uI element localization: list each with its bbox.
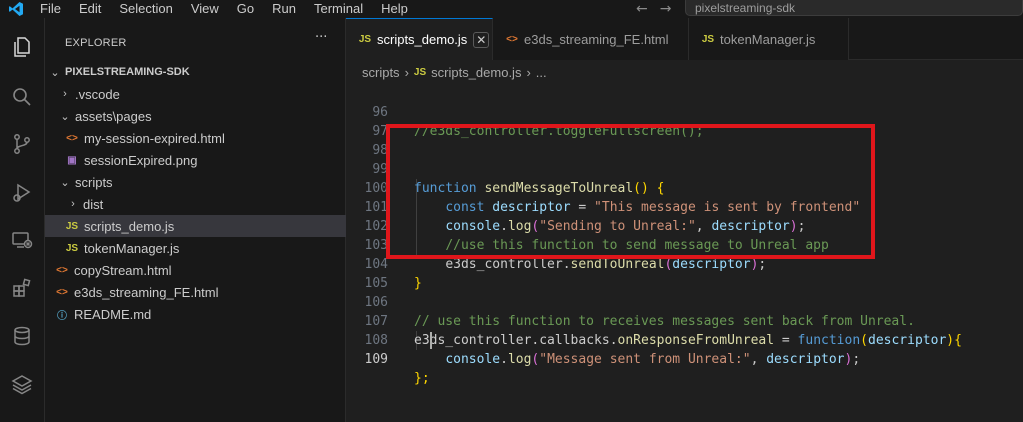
tree-folder-vscode[interactable]: › .vscode — [45, 83, 359, 105]
menu-file[interactable]: File — [40, 1, 61, 17]
code-line: 108 console.log("Message sent from Unrea… — [346, 312, 1023, 367]
database-icon[interactable] — [6, 320, 38, 352]
code-variable: descriptor — [766, 352, 845, 367]
explorer-sidebar: EXPLORER ··· ⌄ PIXELSTREAMING-SDK › .vsc… — [45, 18, 365, 422]
tree-folder-assets-pages[interactable]: ⌄ assets\pages — [45, 105, 359, 127]
tree-folder-scripts[interactable]: ⌄ scripts — [45, 171, 359, 193]
code-bracket: }; — [414, 371, 430, 386]
navigation-arrows: ← → — [636, 0, 683, 18]
html-file-icon: <> — [56, 264, 68, 276]
tree-label: dist — [83, 196, 104, 212]
breadcrumb-separator: › — [404, 64, 409, 80]
tree-label: sessionExpired.png — [84, 152, 198, 168]
tree-label: e3ds_streaming_FE.html — [74, 284, 219, 300]
breadcrumb-separator: › — [526, 64, 531, 80]
breadcrumb-file[interactable]: scripts_demo.js — [431, 65, 521, 80]
code-text: console.log("Message sent from Unreal:",… — [445, 352, 861, 367]
chevron-down-icon: ⌄ — [60, 176, 70, 189]
tree-file-session-expired-png[interactable]: ▣ sessionExpired.png — [45, 149, 365, 171]
code-object: console — [445, 352, 501, 367]
title-bar: File Edit Selection View Go Run Terminal… — [0, 0, 1023, 18]
tab-label: scripts_demo.js — [377, 32, 468, 47]
tree-folder-root[interactable]: ⌄ PIXELSTREAMING-SDK — [45, 61, 349, 83]
tree-label: my-session-expired.html — [84, 130, 225, 146]
javascript-file-icon: JS — [65, 220, 79, 232]
source-control-icon[interactable] — [6, 128, 38, 160]
menu-selection[interactable]: Selection — [119, 1, 172, 17]
layers-icon[interactable] — [6, 368, 38, 400]
menu-view[interactable]: View — [191, 1, 219, 17]
explorer-icon[interactable] — [6, 31, 38, 63]
menu-edit[interactable]: Edit — [79, 1, 101, 17]
highlight-annotation-box — [386, 124, 875, 259]
tree-label: README.md — [74, 306, 152, 322]
tree-label: assets\pages — [75, 108, 152, 124]
tree-label: copyStream.html — [74, 262, 172, 278]
run-debug-icon[interactable] — [6, 176, 38, 208]
html-file-icon: <> — [506, 33, 518, 45]
tree-file-my-session-expired[interactable]: <> my-session-expired.html — [45, 127, 365, 149]
breadcrumb-folder[interactable]: scripts — [362, 65, 400, 80]
close-icon[interactable]: ✕ — [473, 31, 490, 48]
menu-run[interactable]: Run — [272, 1, 296, 17]
extensions-icon[interactable] — [6, 272, 38, 304]
command-center-search[interactable]: pixelstreaming-sdk — [685, 0, 1023, 16]
tree-file-readme[interactable]: ⓘ README.md — [45, 303, 355, 325]
explorer-title: EXPLORER — [65, 37, 127, 49]
tab-bar: JS scripts_demo.js ✕ <> e3ds_streaming_F… — [346, 18, 1023, 60]
tree-folder-dist[interactable]: › dist — [45, 193, 367, 215]
tree-file-scripts-demo[interactable]: JS scripts_demo.js — [45, 215, 365, 237]
chevron-down-icon: ⌄ — [60, 110, 70, 123]
html-file-icon: <> — [56, 286, 68, 298]
javascript-file-icon: JS — [413, 66, 427, 78]
code-string: "Message sent from Unreal:" — [539, 352, 751, 367]
code-function: log — [507, 352, 532, 367]
tab-e3ds-streaming-fe[interactable]: <> e3ds_streaming_FE.html — [493, 18, 689, 60]
html-file-icon: <> — [66, 132, 78, 144]
javascript-file-icon: JS — [65, 242, 79, 254]
menu-go[interactable]: Go — [237, 1, 254, 17]
code-line: 107 e3ds_controller.callbacks.onResponse… — [346, 293, 1023, 348]
tab-label: e3ds_streaming_FE.html — [524, 31, 669, 47]
more-actions-icon[interactable]: ··· — [315, 30, 327, 45]
chevron-right-icon: › — [71, 198, 75, 210]
back-arrow-icon[interactable]: ← — [636, 1, 648, 17]
tree-label: PIXELSTREAMING-SDK — [65, 66, 190, 78]
tree-label: scripts — [75, 174, 113, 190]
code-line: 109 }; — [346, 331, 1023, 386]
chevron-right-icon: › — [63, 88, 67, 100]
tree-file-token-manager[interactable]: JS tokenManager.js — [45, 237, 365, 259]
tree-file-copy-stream[interactable]: <> copyStream.html — [45, 259, 355, 281]
tab-scripts-demo[interactable]: JS scripts_demo.js ✕ — [346, 18, 493, 60]
activity-bar — [0, 18, 45, 422]
search-icon[interactable] — [6, 81, 38, 113]
code-line: 106 // use this function to receives mes… — [346, 274, 1023, 329]
info-icon: ⓘ — [57, 310, 67, 322]
breadcrumb-more[interactable]: ... — [536, 65, 547, 80]
javascript-file-icon: JS — [701, 33, 715, 45]
tab-label: tokenManager.js — [720, 31, 816, 47]
forward-arrow-icon[interactable]: → — [660, 1, 672, 17]
code-line: 96 //e3ds_controller.toggleFullscreen(); — [346, 84, 1023, 139]
command-center-text: pixelstreaming-sdk — [695, 1, 796, 15]
remote-explorer-icon[interactable] — [6, 224, 38, 256]
chevron-down-icon: ⌄ — [50, 66, 60, 79]
breadcrumb: scripts › JS scripts_demo.js › ... — [362, 64, 552, 80]
menu-help[interactable]: Help — [381, 1, 408, 17]
javascript-file-icon: JS — [358, 34, 372, 45]
tree-label: .vscode — [75, 86, 120, 102]
menu-bar: File Edit Selection View Go Run Terminal… — [40, 0, 426, 18]
tab-token-manager[interactable]: JS tokenManager.js — [689, 18, 849, 60]
vscode-logo-icon[interactable] — [8, 1, 24, 17]
menu-terminal[interactable]: Terminal — [314, 1, 363, 17]
text-cursor — [430, 332, 432, 349]
line-number: 109 — [364, 352, 388, 367]
code-line: 97 — [346, 103, 1023, 139]
image-file-icon: ▣ — [67, 154, 77, 166]
tree-file-e3ds-streaming-fe[interactable]: <> e3ds_streaming_FE.html — [45, 281, 355, 303]
tree-label: scripts_demo.js — [84, 218, 175, 234]
tree-label: tokenManager.js — [84, 240, 180, 256]
